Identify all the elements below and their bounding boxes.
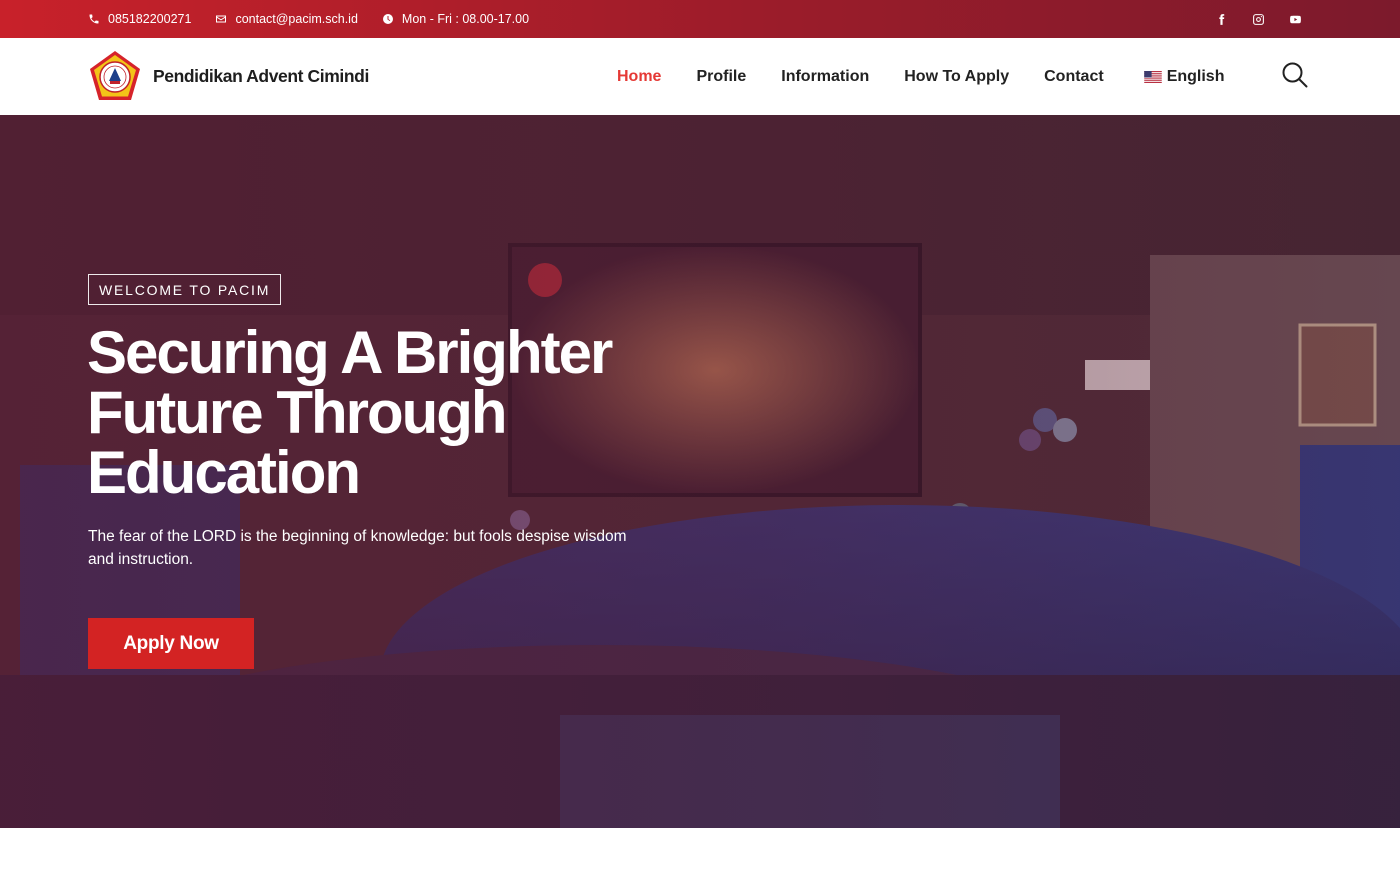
- hero-title: Securing A Brighter Future Through Educa…: [87, 319, 613, 506]
- us-flag-icon: [1143, 70, 1162, 83]
- nav-item-how-to-apply[interactable]: How To Apply: [904, 68, 1009, 86]
- office-hours: Mon - Fri : 08.00-17.00: [382, 12, 529, 26]
- youtube-icon[interactable]: [1289, 13, 1302, 26]
- envelope-icon: [216, 15, 227, 23]
- email-address: contact@pacim.sch.id: [235, 12, 358, 26]
- top-bar: 085182200271 contact@pacim.sch.id Mon - …: [0, 0, 1400, 38]
- email-contact[interactable]: contact@pacim.sch.id: [215, 12, 358, 26]
- welcome-badge: WELCOME TO PACIM: [88, 274, 282, 305]
- search-icon: [1282, 62, 1308, 88]
- main-nav: Home Profile Information How To Apply Co…: [617, 38, 1224, 115]
- phone-number: 085182200271: [108, 12, 192, 26]
- main-header: Pendidikan Advent Cimindi Home Profile I…: [0, 38, 1400, 115]
- nav-item-contact[interactable]: Contact: [1044, 68, 1104, 86]
- search-button[interactable]: [1281, 61, 1308, 88]
- brand-name: Pendidikan Advent Cimindi: [153, 65, 369, 86]
- language-label: English: [1166, 67, 1225, 85]
- nav-item-information[interactable]: Information: [781, 68, 869, 86]
- hours-text: Mon - Fri : 08.00-17.00: [401, 12, 530, 26]
- instagram-icon[interactable]: [1252, 13, 1265, 26]
- social-links: [1215, 0, 1302, 38]
- facebook-icon[interactable]: [1215, 13, 1228, 26]
- hero-section: WELCOME TO PACIM Securing A Brighter Fut…: [0, 115, 1400, 828]
- clock-icon: [382, 14, 393, 24]
- nav-item-home[interactable]: Home: [617, 68, 661, 86]
- apply-now-button[interactable]: Apply Now: [88, 618, 254, 669]
- language-selector[interactable]: English: [1143, 67, 1225, 86]
- school-logo: [90, 51, 140, 100]
- brand[interactable]: Pendidikan Advent Cimindi: [88, 49, 369, 103]
- hero-subtitle: The fear of the LORD is the beginning of…: [88, 528, 627, 568]
- phone-contact[interactable]: 085182200271: [88, 12, 191, 26]
- nav-item-profile[interactable]: Profile: [696, 68, 746, 86]
- phone-icon: [89, 14, 99, 24]
- contact-info: 085182200271 contact@pacim.sch.id Mon - …: [88, 0, 529, 38]
